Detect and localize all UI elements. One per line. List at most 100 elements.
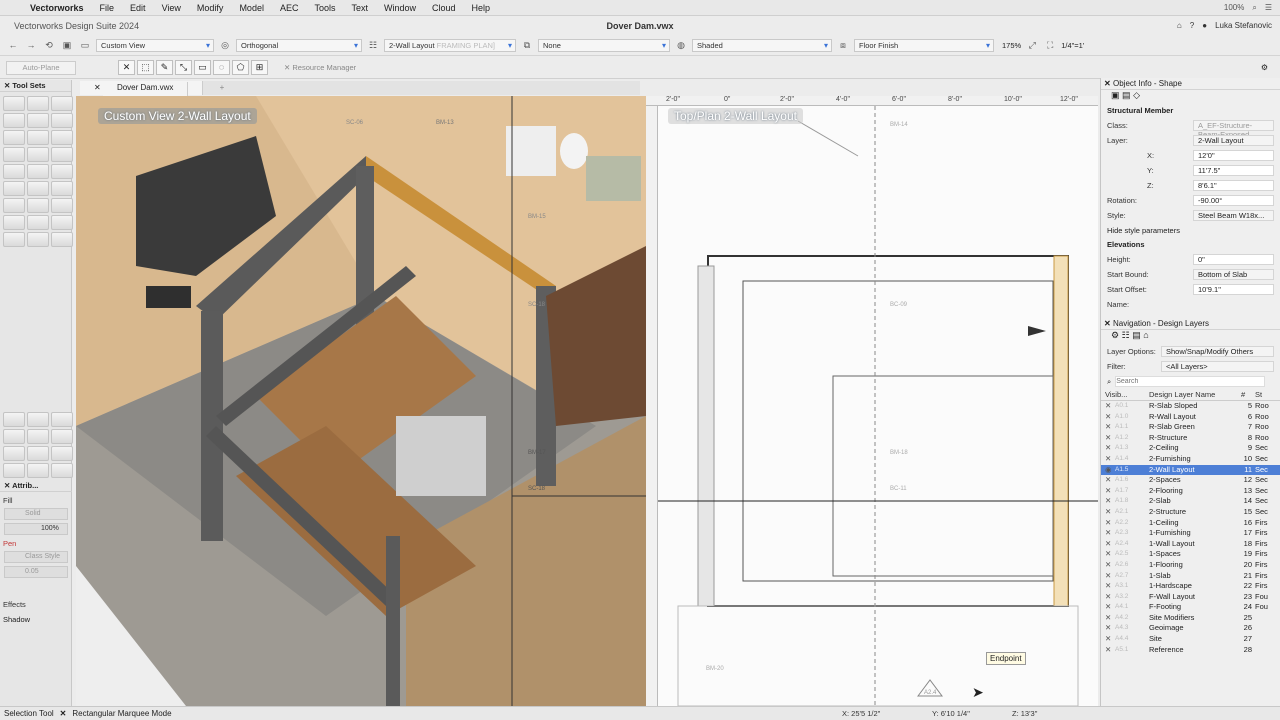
tool-button[interactable] [27, 412, 49, 427]
tool-button[interactable] [3, 130, 25, 145]
tool-button[interactable] [51, 232, 73, 247]
tool-button[interactable] [27, 96, 49, 111]
control-center-icon[interactable]: ☰ [1265, 3, 1272, 12]
tool-button[interactable] [3, 215, 25, 230]
layer-options-select[interactable]: Show/Snap/Modify Others [1161, 346, 1274, 357]
back-arrow-icon[interactable]: ← [6, 40, 20, 52]
tool-button[interactable] [3, 164, 25, 179]
visibility-toggle-icon[interactable]: ✕ [1105, 645, 1115, 656]
pen-weight-field[interactable]: 0.05 [4, 566, 68, 578]
visibility-toggle-icon[interactable]: ✕ [1105, 401, 1115, 412]
auto-plane-button[interactable]: Auto-Plane [6, 60, 76, 75]
viewport-3d[interactable]: Custom View 2-Wall Layout SC-06 BM-13 BM… [76, 96, 646, 706]
lasso-mode-icon[interactable]: ✎ [156, 60, 173, 75]
flyover-icon[interactable]: ⟲ [42, 40, 56, 52]
layer-select[interactable]: 2-Wall Layout FRAMING PLAN] [384, 39, 516, 52]
close-icon[interactable]: ✕ [4, 81, 10, 90]
layer-row[interactable]: ✕ A0.1 R-Slab Sloped 5 Roo [1101, 401, 1280, 412]
layer-row[interactable]: ✕ A1.6 2-Spaces 12 Sec [1101, 475, 1280, 486]
rectangle-mode-icon[interactable]: ▭ [194, 60, 211, 75]
visibility-toggle-icon[interactable]: ✕ [1105, 475, 1115, 486]
visibility-toggle-icon[interactable]: ✕ [1105, 549, 1115, 560]
tool-button[interactable] [27, 198, 49, 213]
selection-mode-icon[interactable]: ✕ [118, 60, 135, 75]
tool-button[interactable] [27, 113, 49, 128]
layer-row[interactable]: ✕ A1.2 R-Structure 8 Roo [1101, 433, 1280, 444]
shadow-label[interactable]: Shadow [0, 615, 72, 624]
col-layer-name[interactable]: Design Layer Name [1149, 389, 1241, 400]
layer-row[interactable]: ✕ A2.3 1-Furnishing 17 Firs [1101, 528, 1280, 539]
visibility-toggle-icon[interactable]: ✕ [1105, 507, 1115, 518]
tool-button[interactable] [27, 130, 49, 145]
layer-row[interactable]: ✕ A2.5 1-Spaces 19 Firs [1101, 549, 1280, 560]
tool-button[interactable] [51, 147, 73, 162]
pen-style-select[interactable]: Class Style [4, 551, 68, 563]
marquee-mode-icon[interactable]: ⬚ [137, 60, 154, 75]
tool-button[interactable] [27, 446, 49, 461]
tool-button[interactable] [51, 215, 73, 230]
projection-select[interactable]: Orthogonal [236, 39, 362, 52]
menu-tools[interactable]: Tools [306, 0, 343, 16]
tool-button[interactable] [3, 147, 25, 162]
visibility-toggle-icon[interactable]: ✕ [1105, 560, 1115, 571]
layer-row[interactable]: ◉ A1.5 2-Wall Layout 11 Sec [1101, 464, 1280, 476]
menu-text[interactable]: Text [343, 0, 376, 16]
menu-edit[interactable]: Edit [122, 0, 154, 16]
fill-opacity[interactable]: 100% [4, 523, 68, 535]
visibility-toggle-icon[interactable]: ✕ [1105, 571, 1115, 582]
layer-row[interactable]: ✕ A4.3 Geoimage 26 [1101, 623, 1280, 634]
layer-row[interactable]: ✕ A2.1 2-Structure 15 Sec [1101, 507, 1280, 518]
start-offset-field[interactable]: 10'9.1" [1193, 284, 1274, 295]
y-field[interactable]: 11'7.5" [1193, 165, 1274, 176]
filter-select[interactable]: <All Layers> [1161, 361, 1274, 372]
layer-row[interactable]: ✕ A2.6 1-Flooring 20 Firs [1101, 560, 1280, 571]
zoom-icon[interactable]: ⤢ [1025, 40, 1039, 52]
visibility-toggle-icon[interactable]: ✕ [1105, 539, 1115, 550]
layer-row[interactable]: ✕ A4.1 F-Footing 24 Fou [1101, 602, 1280, 613]
col-story[interactable]: St [1255, 389, 1262, 400]
z-field[interactable]: 8'6.1" [1193, 180, 1274, 191]
document-tab[interactable]: ✕ Dover Dam.vwx [80, 81, 204, 96]
layer-row[interactable]: ✕ A4.4 Site 27 [1101, 634, 1280, 645]
data-tab-icon[interactable]: ▤ [1122, 90, 1131, 100]
viewport-plan[interactable]: 2'-0" 0" 2'-0" 4'-0" 6'-0" 8'-0" 10'-0" … [646, 96, 1098, 706]
start-bound-select[interactable]: Bottom of Slab [1193, 269, 1274, 280]
menu-aec[interactable]: AEC [272, 0, 307, 16]
home-icon[interactable]: ⌂ [1177, 17, 1182, 35]
visibility-toggle-icon[interactable]: ✕ [1105, 433, 1115, 444]
tool-button[interactable] [51, 181, 73, 196]
layer-value-select[interactable]: 2-Wall Layout [1193, 135, 1274, 146]
tool-button[interactable] [51, 113, 73, 128]
menu-view[interactable]: View [154, 0, 189, 16]
tool-button[interactable] [51, 446, 73, 461]
classes-tab-icon[interactable]: ⚙ [1111, 330, 1119, 340]
visibility-toggle-icon[interactable]: ✕ [1105, 443, 1115, 454]
class-select[interactable]: A_EF-Structure-Beam-Exposed [1193, 120, 1274, 139]
visibility-toggle-icon[interactable]: ✕ [1105, 528, 1115, 539]
hide-style-checkbox[interactable]: Hide style parameters [1107, 226, 1180, 235]
shape-tab-icon[interactable]: ▣ [1111, 90, 1120, 100]
tool-button[interactable] [27, 164, 49, 179]
layer-row[interactable]: ✕ A1.7 2-Flooring 13 Sec [1101, 486, 1280, 497]
visibility-toggle-icon[interactable]: ✕ [1105, 634, 1115, 645]
snap-mode-icon[interactable]: ⊞ [251, 60, 268, 75]
tool-button[interactable] [27, 181, 49, 196]
menu-help[interactable]: Help [464, 0, 499, 16]
style-select[interactable]: Steel Beam W18x... [1193, 210, 1274, 221]
layer-row[interactable]: ✕ A1.4 2-Furnishing 10 Sec [1101, 454, 1280, 465]
tool-button[interactable] [51, 198, 73, 213]
layer-row[interactable]: ✕ A4.2 Site Modifiers 25 [1101, 613, 1280, 624]
col-visibility[interactable]: Visib... [1105, 389, 1149, 400]
tool-button[interactable] [27, 463, 49, 478]
tool-button[interactable] [3, 412, 25, 427]
col-number[interactable]: # [1241, 389, 1255, 400]
layer-row[interactable]: ✕ A1.3 2-Ceiling 9 Sec [1101, 443, 1280, 454]
layers-tab-icon[interactable]: ☷ [1122, 330, 1130, 340]
tool-button[interactable] [27, 429, 49, 444]
visibility-toggle-icon[interactable]: ✕ [1105, 602, 1115, 613]
sheets-tab-icon[interactable]: ▤ [1132, 330, 1141, 340]
visibility-toggle-icon[interactable]: ◉ [1105, 465, 1115, 476]
forward-arrow-icon[interactable]: → [24, 40, 38, 52]
zoom-value[interactable]: 175% [1002, 41, 1021, 50]
x-field[interactable]: 12'0" [1193, 150, 1274, 161]
